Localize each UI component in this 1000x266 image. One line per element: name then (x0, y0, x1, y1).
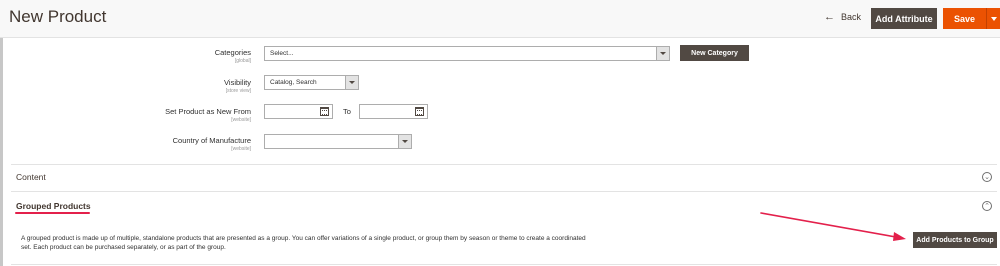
chevron-down-icon (398, 135, 411, 148)
add-attribute-button[interactable]: Add Attribute (871, 8, 937, 29)
chevron-down-icon (990, 16, 997, 21)
section-divider (11, 164, 997, 165)
section-divider (11, 191, 997, 192)
section-divider (11, 264, 997, 265)
categories-select[interactable]: Select... (264, 46, 670, 61)
chevron-down-icon (345, 76, 358, 89)
categories-label: Categories [global] (214, 48, 251, 64)
new-category-button[interactable]: New Category (680, 45, 749, 61)
new-to-date-input[interactable] (359, 104, 428, 119)
country-select[interactable] (264, 134, 412, 149)
add-products-to-group-button[interactable]: Add Products to Group (913, 232, 997, 248)
calendar-icon[interactable] (320, 107, 329, 116)
back-label: Back (841, 12, 862, 22)
grouped-products-description: A grouped product is made up of multiple… (21, 235, 586, 251)
page-title: New Product (9, 7, 107, 26)
chevron-down-icon (656, 47, 669, 60)
save-button[interactable]: Save (943, 8, 987, 29)
country-label: Country of Manufacture [website] (172, 136, 251, 152)
new-from-label: Set Product as New From [website] (165, 107, 251, 123)
content-section-title[interactable]: Content (16, 172, 46, 182)
to-label: To (343, 107, 351, 116)
expand-icon[interactable]: ⌄ (982, 172, 992, 182)
collapse-icon[interactable]: ⌃ (982, 201, 992, 211)
page-header: New Product ← Back Add Attribute Save (0, 0, 1000, 38)
visibility-select[interactable]: Catalog, Search (264, 75, 359, 90)
back-button[interactable]: ← Back (824, 10, 862, 23)
visibility-label: Visibility [store view] (224, 78, 251, 94)
new-from-date-input[interactable] (264, 104, 333, 119)
back-arrow-icon: ← (824, 10, 835, 23)
annotation-underline (15, 212, 90, 214)
save-split-button: Save (943, 8, 1000, 29)
annotation-arrow-icon (760, 212, 906, 241)
calendar-icon[interactable] (415, 107, 424, 116)
grouped-products-section-title[interactable]: Grouped Products (16, 201, 91, 211)
save-options-toggle[interactable] (987, 8, 1000, 29)
left-edge-bar (0, 0, 3, 266)
